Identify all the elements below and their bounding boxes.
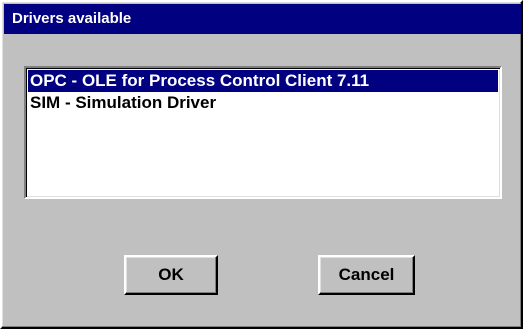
- list-item-label: SIM - Simulation Driver: [30, 93, 217, 112]
- cancel-button[interactable]: Cancel: [318, 255, 415, 295]
- dialog-title-bar[interactable]: Drivers available: [4, 4, 521, 34]
- cancel-button-label: Cancel: [338, 265, 395, 284]
- ok-button-label: OK: [158, 265, 184, 284]
- list-item-sim-driver[interactable]: SIM - Simulation Driver: [28, 92, 498, 114]
- ok-button[interactable]: OK: [124, 255, 218, 295]
- list-item-opc-driver[interactable]: OPC - OLE for Process Control Client 7.1…: [28, 70, 498, 92]
- dialog-title: Drivers available: [12, 10, 132, 27]
- drivers-dialog: Drivers available OPC - OLE for Process …: [0, 0, 523, 329]
- drivers-listbox[interactable]: OPC - OLE for Process Control Client 7.1…: [24, 66, 502, 199]
- list-item-label: OPC - OLE for Process Control Client 7.1…: [30, 71, 370, 90]
